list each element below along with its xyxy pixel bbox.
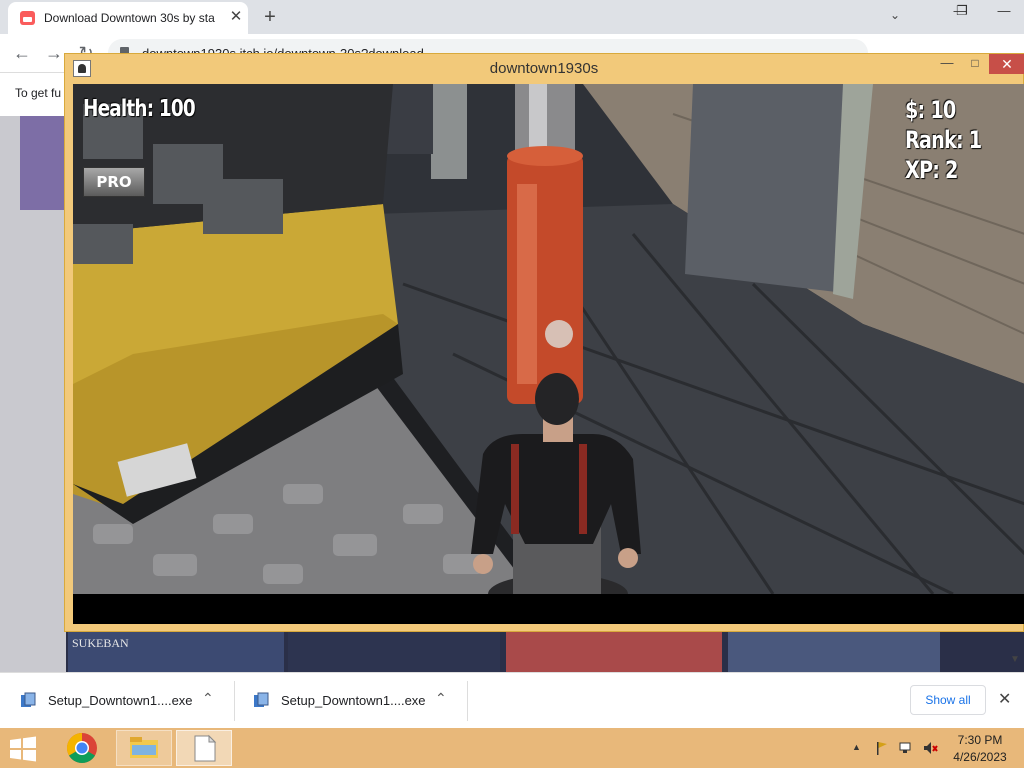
download-item[interactable]: Setup_Downtown1....exe ⌃ <box>233 673 468 729</box>
installer-icon <box>254 692 269 707</box>
game-letterbox-bar <box>73 594 1024 624</box>
download-filename: Setup_Downtown1....exe <box>281 693 426 708</box>
browser-tabstrip: Download Downtown 30s by sta ✕ + ⌄ — ❐ — <box>0 0 1024 34</box>
chevron-up-icon[interactable]: ⌃ <box>435 690 447 707</box>
browser-close-button[interactable]: — <box>984 0 1024 26</box>
game-maximize-button[interactable]: □ <box>961 54 989 74</box>
game-window: downtown1930s — □ ✕ Health: 100 PRO $: 1… <box>64 53 1024 632</box>
show-hidden-icons-icon[interactable]: ▲ <box>852 742 861 752</box>
download-bar: Setup_Downtown1....exe ⌃ Setup_Downtown1… <box>0 672 1024 729</box>
notepad-taskbar-button[interactable] <box>176 730 232 766</box>
document-icon <box>194 734 217 762</box>
game-scene <box>73 84 1024 624</box>
chevron-up-icon[interactable]: ⌃ <box>202 690 214 707</box>
close-icon[interactable]: ✕ <box>998 689 1011 709</box>
tab-close-icon[interactable]: ✕ <box>226 7 246 27</box>
game-minimize-button[interactable]: — <box>933 54 961 74</box>
chrome-icon <box>66 733 97 764</box>
tab-search-icon[interactable]: ⌄ <box>890 8 900 22</box>
download-filename: Setup_Downtown1....exe <box>48 693 193 708</box>
itch-favicon-icon <box>20 11 35 25</box>
browser-tab[interactable]: Download Downtown 30s by sta ✕ <box>8 2 248 34</box>
volume-muted-icon[interactable] <box>922 740 938 756</box>
game-viewport[interactable]: Health: 100 PRO $: 10 Rank: 1 XP: 2 <box>73 84 1024 624</box>
download-item[interactable]: Setup_Downtown1....exe ⌃ <box>0 673 235 729</box>
action-center-flag-icon[interactable] <box>874 740 890 756</box>
game-titlebar[interactable]: downtown1930s — □ ✕ <box>65 54 1024 84</box>
windows-start-icon[interactable] <box>8 736 38 762</box>
rank-readout: Rank: 1 <box>905 126 982 154</box>
browser-restore-button[interactable]: ❐ <box>942 0 982 26</box>
game-thumbnail[interactable] <box>728 630 940 672</box>
tab-title: Download Downtown 30s by sta <box>44 11 215 25</box>
game-thumbnail[interactable] <box>506 630 722 672</box>
taskbar: ▲ 7:30 PM 4/26/2023 <box>0 728 1024 768</box>
pro-button[interactable]: PRO <box>83 167 145 197</box>
network-icon[interactable] <box>898 740 914 756</box>
back-button[interactable]: ← <box>10 41 34 65</box>
page-banner <box>20 116 66 210</box>
chrome-taskbar-button[interactable] <box>54 730 110 766</box>
forward-button[interactable]: → <box>42 41 66 65</box>
game-thumbnail[interactable] <box>288 630 500 672</box>
health-readout: Health: 100 <box>83 96 196 122</box>
money-readout: $: 10 <box>905 96 956 124</box>
xp-readout: XP: 2 <box>905 156 958 184</box>
installer-icon <box>21 692 36 707</box>
file-explorer-taskbar-button[interactable] <box>116 730 172 766</box>
new-tab-button[interactable]: + <box>258 5 282 29</box>
game-window-title: downtown1930s <box>489 60 599 77</box>
clock-date[interactable]: 4/26/2023 <box>950 750 1010 764</box>
clock-time[interactable]: 7:30 PM <box>950 733 1010 747</box>
divider <box>467 681 468 721</box>
thumbnail-label: SUKEBAN <box>72 636 129 650</box>
folder-icon <box>130 737 158 758</box>
page-text: To get fu <box>15 86 62 100</box>
scroll-down-arrow-icon[interactable]: ▼ <box>1010 654 1020 665</box>
show-all-button[interactable]: Show all <box>910 685 986 715</box>
game-close-button[interactable]: ✕ <box>989 54 1024 74</box>
